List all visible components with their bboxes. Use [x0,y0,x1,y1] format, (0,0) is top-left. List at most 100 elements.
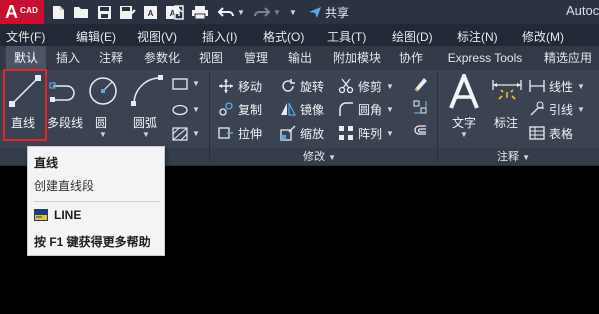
new-file-icon[interactable] [50,3,66,21]
explode-button[interactable] [412,99,430,117]
tab-output[interactable]: 输出 [282,46,318,70]
scale-button[interactable]: 缩放 [280,123,324,143]
export-icon[interactable] [172,3,186,21]
trim-label: 修剪 [358,79,383,94]
share-label: 共享 [325,5,350,20]
menu-dimension[interactable]: 标注(N) [457,28,498,45]
rotate-button[interactable]: 旋转 [280,76,324,96]
move-button[interactable]: 移动 [218,76,262,96]
linear-label: 线性 [549,79,574,94]
undo-dropdown-icon[interactable]: ▼ [236,3,246,21]
quick-access-more-icon[interactable]: ▼ [288,3,298,21]
linear-dimension-icon [529,80,545,92]
array-label: 阵列 [358,126,383,141]
polyline-icon [49,82,75,102]
copy-icon [219,102,233,116]
ellipse-dropdown-icon[interactable]: ▼ [192,105,200,114]
circle-button[interactable]: 圆 ▼ [86,70,120,140]
array-dropdown-icon[interactable]: ▼ [386,129,394,138]
eraser-icon [414,78,427,92]
hatch-dropdown-icon[interactable]: ▼ [192,129,200,138]
app-logo[interactable]: A CAD [0,0,44,24]
circle-dropdown-icon[interactable]: ▼ [99,130,107,139]
rotate-label: 旋转 [300,79,325,94]
trim-button[interactable]: 修剪 ▼ [338,76,394,96]
fillet-button[interactable]: 圆角 ▼ [338,99,394,119]
modify-panel-title[interactable]: 修改 ▼ [303,148,336,166]
share-button[interactable]: 共享 [308,2,349,22]
tab-default[interactable]: 默认 [6,46,46,70]
annotation-panel-title[interactable]: 注释 ▼ [497,148,530,166]
stretch-button[interactable]: 拉伸 [218,123,262,143]
tab-manage[interactable]: 管理 [238,46,274,70]
arc-dropdown-icon[interactable]: ▼ [142,130,150,139]
tab-featured-apps[interactable]: 精选应用 [538,46,598,70]
text-label: 文字 [452,116,477,130]
rectangle-dropdown-icon[interactable]: ▼ [192,79,200,88]
leader-button[interactable]: 引线 ▼ [529,99,585,119]
hatch-button[interactable]: ▼ [172,127,200,145]
menu-insert[interactable]: 插入(I) [202,28,237,45]
tab-collaborate[interactable]: 协作 [394,46,428,70]
tab-insert[interactable]: 插入 [50,46,86,70]
tab-express-tools[interactable]: Express Tools [438,46,532,70]
polyline-button[interactable]: 多段线 [47,70,83,140]
array-button[interactable]: 阵列 ▼ [338,123,394,143]
table-button[interactable]: 表格 [529,123,573,143]
linear-button[interactable]: 线性 ▼ [529,76,585,96]
redo-dropdown-icon[interactable]: ▼ [272,3,282,21]
dimension-label: 标注 [494,116,519,130]
leader-icon [530,101,544,116]
menu-edit[interactable]: 编辑(E) [76,28,116,45]
annotation-panel-expand-icon[interactable]: ▼ [522,153,530,162]
line-button-highlight [3,69,47,141]
erase-button[interactable] [412,76,430,94]
copy-button[interactable]: 复制 [218,99,262,119]
open-folder-icon[interactable] [72,3,90,21]
text-dropdown-icon[interactable]: ▼ [460,130,468,139]
leader-dropdown-icon[interactable]: ▼ [577,105,585,114]
annotation-panel-title-label: 注释 [497,151,519,163]
app-title: Autoc [566,3,599,18]
circle-icon [89,77,117,105]
scale-label: 缩放 [300,126,325,141]
redo-icon[interactable] [252,3,272,21]
save-as-icon[interactable] [118,3,136,21]
menu-modify[interactable]: 修改(M) [522,28,564,45]
fillet-label: 圆角 [358,102,383,117]
modify-panel-expand-icon[interactable]: ▼ [328,153,336,162]
move-icon [219,79,233,93]
dimension-button[interactable]: 标注 [489,70,525,140]
menu-tools[interactable]: 工具(T) [327,28,366,45]
fillet-dropdown-icon[interactable]: ▼ [386,105,394,114]
table-icon [529,126,545,140]
undo-icon[interactable] [216,3,236,21]
tab-parametric[interactable]: 参数化 [137,46,187,70]
arc-button[interactable]: 圆弧 ▼ [128,70,166,140]
command-line-icon [34,209,48,221]
leader-label: 引线 [549,102,574,117]
save-icon[interactable] [96,3,112,21]
print-icon[interactable] [190,3,210,21]
ellipse-button[interactable]: ▼ [172,103,200,121]
mirror-button[interactable]: 镜像 [280,99,324,119]
trim-dropdown-icon[interactable]: ▼ [386,82,394,91]
tooltip: 直线 创建直线段 LINE 按 F1 键获得更多帮助 [27,146,165,256]
rectangle-button[interactable]: ▼ [172,77,200,95]
explode-icon [413,100,427,114]
tab-annotate[interactable]: 注释 [93,46,129,70]
text-button[interactable]: 文字 ▼ [446,70,484,140]
menu-file[interactable]: 文件(F) [6,28,45,45]
menu-draw[interactable]: 绘图(D) [392,28,433,45]
menu-format[interactable]: 格式(O) [263,28,304,45]
menu-view[interactable]: 视图(V) [137,28,177,45]
offset-button[interactable] [412,123,430,141]
panel-separator [437,72,438,162]
trim-icon [338,78,354,94]
tab-addins[interactable]: 附加模块 [326,46,388,70]
linear-dropdown-icon[interactable]: ▼ [577,82,585,91]
table-label: 表格 [549,126,574,141]
tab-view[interactable]: 视图 [193,46,229,70]
copy-label: 复制 [238,102,263,117]
open-web-icon[interactable]: A [142,3,158,21]
